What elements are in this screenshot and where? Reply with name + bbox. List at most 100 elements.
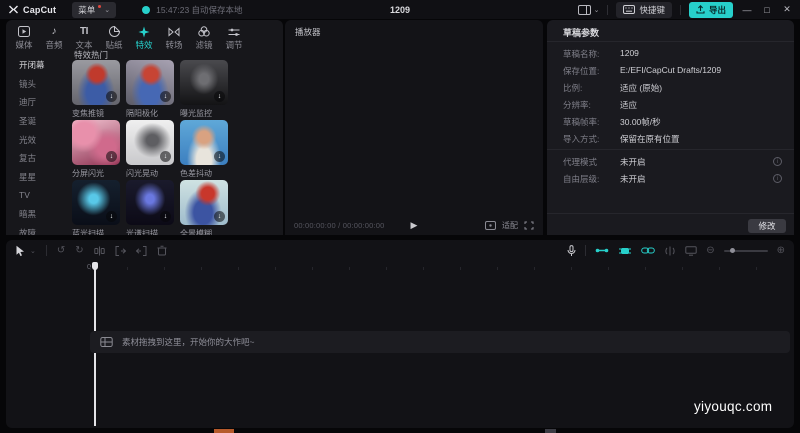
divider — [585, 245, 586, 256]
timeline-zoom-in-icon[interactable] — [777, 245, 785, 256]
tab-effects[interactable]: 特效 — [129, 23, 159, 53]
fit-ratio-label[interactable]: 适配 — [502, 220, 518, 231]
effect-name: 分屏闪光 — [72, 168, 120, 179]
fullscreen-icon[interactable] — [524, 221, 534, 230]
fit-ratio-icon[interactable] — [485, 221, 496, 230]
redo-button[interactable] — [75, 245, 83, 256]
effect-card[interactable]: 蓝光扫描 — [72, 180, 120, 235]
cursor-mode-chevron-icon[interactable] — [30, 247, 36, 255]
category-item[interactable]: 星星 — [6, 168, 68, 187]
effect-name: 变焦推镜 — [72, 108, 120, 119]
category-item[interactable]: TV — [6, 186, 68, 205]
category-item[interactable]: 镜头 — [6, 75, 68, 94]
download-icon — [160, 211, 171, 222]
effect-thumbnail — [180, 60, 228, 105]
main-track-magnet-toggle-icon[interactable] — [595, 246, 609, 255]
param-toggle-row: 代理模式 未开启 — [563, 156, 646, 168]
divider — [607, 5, 608, 15]
effect-card[interactable]: 色差抖动 — [180, 120, 228, 179]
export-button[interactable]: 导出 — [689, 2, 733, 18]
preview-axis-icon[interactable] — [664, 246, 676, 256]
minimize-button[interactable]: — — [741, 5, 753, 15]
menu-button[interactable]: 菜单 — [72, 2, 116, 18]
param-row: 草稿帧率: 30.00帧/秒 — [563, 116, 661, 128]
category-item[interactable]: 复古 — [6, 149, 68, 168]
effect-thumbnail — [126, 120, 174, 165]
tab-audio[interactable]: 音频 — [39, 23, 69, 53]
timeline-panel: 0 素材拖拽到这里，开始你的大作吧~ — [6, 240, 794, 428]
player-controls-bar: 00:00:00:00 / 00:00:00:00 适配 — [285, 215, 543, 235]
draft-params-panel: 草稿参数 草稿名称: 1209 保存位置: E:/EFI/CapCut Draf… — [547, 20, 794, 235]
category-item[interactable]: 开闭幕 — [6, 56, 68, 75]
trim-left-icon[interactable] — [115, 246, 126, 256]
watermark-text: yiyouqc.com — [694, 399, 772, 414]
category-item[interactable]: 故障 — [6, 223, 68, 235]
modify-button[interactable]: 修改 — [748, 219, 786, 233]
effect-card[interactable]: 隔阳极化 — [126, 60, 174, 119]
effect-card[interactable]: 闪光晃动 — [126, 120, 174, 179]
close-button[interactable]: ✕ — [781, 4, 793, 15]
empty-track-hint: 素材拖拽到这里，开始你的大作吧~ — [122, 336, 254, 348]
category-item[interactable]: 圣诞 — [6, 112, 68, 131]
effect-card[interactable]: 全景模糊 — [180, 180, 228, 235]
tab-filters[interactable]: 滤镜 — [189, 23, 219, 53]
category-item[interactable]: 暗黑 — [6, 205, 68, 224]
download-icon — [106, 91, 117, 102]
empty-track-dropzone[interactable]: 素材拖拽到这里，开始你的大作吧~ — [90, 331, 790, 353]
sticker-icon — [109, 26, 120, 37]
global-preview-icon[interactable] — [685, 246, 697, 256]
delete-icon[interactable] — [157, 245, 167, 256]
effect-name: 全景模糊 — [180, 228, 228, 235]
auto-snap-toggle-icon[interactable] — [618, 246, 632, 256]
effect-thumbnail — [72, 120, 120, 165]
info-icon[interactable] — [773, 157, 782, 166]
linkage-toggle-icon[interactable] — [641, 246, 655, 255]
trim-right-icon[interactable] — [136, 246, 147, 256]
effect-card[interactable]: 分屏闪光 — [72, 120, 120, 179]
taskbar-sliver — [214, 429, 234, 433]
maximize-button[interactable]: □ — [761, 5, 773, 15]
info-icon[interactable] — [773, 174, 782, 183]
download-icon — [214, 91, 225, 102]
effect-name: 色差抖动 — [180, 168, 228, 179]
effect-card[interactable]: 曝光监控 — [180, 60, 228, 119]
app-name: CapCut — [23, 5, 56, 15]
split-clip-icon[interactable] — [94, 246, 105, 256]
autosave-status-icon — [142, 6, 150, 14]
undo-button[interactable] — [57, 245, 65, 256]
export-label: 导出 — [709, 4, 726, 16]
effect-name: 光谱扫描 — [126, 228, 174, 235]
download-icon — [106, 211, 117, 222]
slider-knob[interactable] — [730, 248, 735, 253]
chevron-down-icon — [104, 6, 110, 14]
layout-switch-button[interactable] — [578, 5, 600, 15]
layout-icon — [578, 5, 591, 15]
tab-transitions[interactable]: 转场 — [159, 23, 189, 53]
divider — [547, 41, 794, 42]
capcut-logo-icon — [8, 4, 19, 15]
draft-params-title: 草稿参数 — [563, 26, 599, 39]
effect-thumbnail — [180, 120, 228, 165]
timeline-ruler[interactable] — [90, 267, 790, 270]
effect-thumbnail — [126, 180, 174, 225]
timeline-zoom-out-icon[interactable] — [706, 245, 714, 256]
export-icon — [696, 5, 705, 14]
tab-media[interactable]: 媒体 — [9, 23, 39, 53]
record-mic-icon[interactable] — [567, 245, 576, 257]
effect-card[interactable]: 变焦推镜 — [72, 60, 120, 119]
app-logo: CapCut — [8, 4, 56, 15]
player-time-separator: / — [338, 221, 340, 230]
divider — [680, 5, 681, 15]
divider — [547, 149, 794, 150]
category-item[interactable]: 迪厅 — [6, 93, 68, 112]
timeline-zoom-slider[interactable] — [724, 250, 768, 252]
player-title: 播放器 — [295, 26, 321, 38]
tab-adjust[interactable]: 调节 — [219, 23, 249, 53]
effect-card[interactable]: 光谱扫描 — [126, 180, 174, 235]
play-button[interactable] — [411, 220, 418, 231]
category-item[interactable]: 光效 — [6, 130, 68, 149]
download-icon — [160, 91, 171, 102]
select-cursor-icon[interactable] — [15, 245, 26, 257]
effect-name: 曝光监控 — [180, 108, 228, 119]
shortcuts-button[interactable]: 快捷键 — [616, 2, 672, 18]
